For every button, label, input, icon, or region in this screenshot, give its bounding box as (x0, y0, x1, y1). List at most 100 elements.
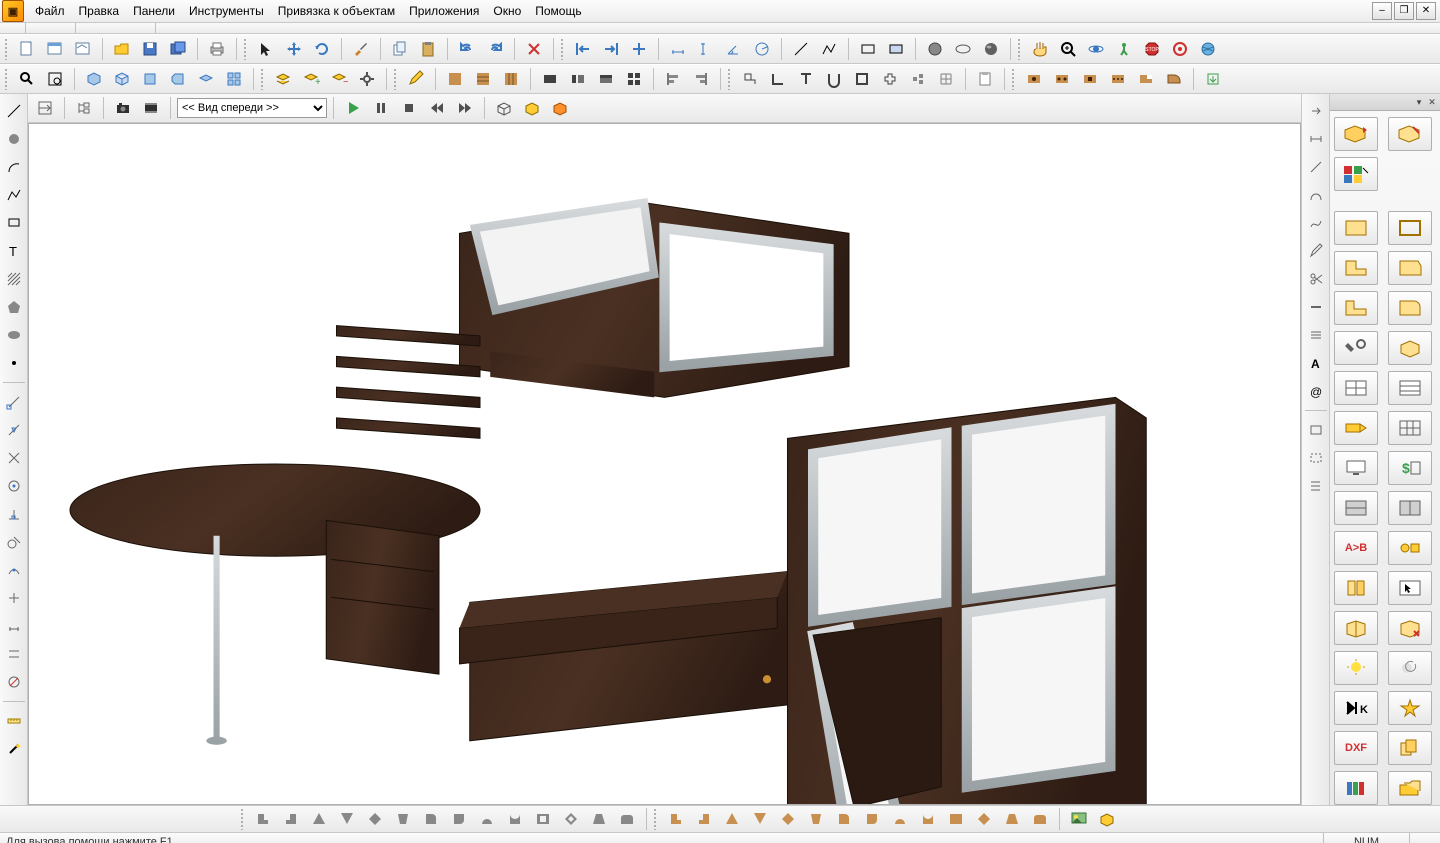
pause-button[interactable] (368, 95, 394, 121)
edit-panel-button[interactable] (1388, 117, 1432, 151)
rotate-tool-button[interactable] (309, 36, 335, 62)
stop-playback-button[interactable] (396, 95, 422, 121)
shape-c12-button[interactable] (971, 806, 997, 832)
obj-corner-button[interactable] (737, 66, 763, 92)
layer-add-button[interactable]: + (298, 66, 324, 92)
shape-b13-button[interactable] (586, 806, 612, 832)
menu-snap[interactable]: Привязка к объектам (271, 1, 402, 21)
letter-a-icon[interactable]: A (1303, 350, 1329, 376)
snap-mid-button[interactable] (1, 417, 27, 443)
shape-b8-button[interactable] (446, 806, 472, 832)
brush-button[interactable] (348, 36, 374, 62)
globe-button[interactable] (1195, 36, 1221, 62)
round-button[interactable] (1161, 66, 1187, 92)
shape-c14-button[interactable] (1027, 806, 1053, 832)
paste-button[interactable] (415, 36, 441, 62)
view-iso1-button[interactable] (81, 66, 107, 92)
snap-tan-button[interactable] (1, 529, 27, 555)
add-panel-button[interactable] (1334, 117, 1378, 151)
walk-button[interactable] (1111, 36, 1137, 62)
label-button[interactable] (1334, 411, 1378, 445)
panel-1-button[interactable] (537, 66, 563, 92)
open-button[interactable] (109, 36, 135, 62)
zoom-fit-button[interactable] (42, 66, 68, 92)
snap-right-button[interactable] (598, 36, 624, 62)
curve-button[interactable] (1303, 182, 1329, 208)
snap-near-button[interactable] (1, 557, 27, 583)
dim-vertical-button[interactable] (693, 36, 719, 62)
shape-sheet-button[interactable] (1388, 251, 1432, 285)
menu-tools[interactable]: Инструменты (182, 1, 271, 21)
view-multi-button[interactable] (221, 66, 247, 92)
panel-grid-button[interactable] (621, 66, 647, 92)
shape-rect2-button[interactable] (1388, 211, 1432, 245)
rect2-button[interactable] (1303, 417, 1329, 443)
star-button[interactable] (1388, 691, 1432, 725)
copy-button[interactable] (387, 36, 413, 62)
obj-box-button[interactable] (849, 66, 875, 92)
at-icon[interactable]: @ (1303, 378, 1329, 404)
shape-c9-button[interactable] (887, 806, 913, 832)
shape-c3-button[interactable] (719, 806, 745, 832)
measure-diag-button[interactable] (1303, 154, 1329, 180)
zoom-button[interactable] (1055, 36, 1081, 62)
shape-c11-button[interactable] (943, 806, 969, 832)
redo-button[interactable] (482, 36, 508, 62)
snap-center-button[interactable] (626, 36, 652, 62)
shape-c4-button[interactable] (747, 806, 773, 832)
hole-3-button[interactable] (1077, 66, 1103, 92)
draw-arc-button[interactable] (1, 154, 27, 180)
list-icon[interactable] (1303, 473, 1329, 499)
cost-button[interactable]: $ (1388, 451, 1432, 485)
shape-box-button[interactable] (1388, 331, 1432, 365)
snap-node-button[interactable] (1, 585, 27, 611)
cabinet-button[interactable] (1334, 611, 1378, 645)
pan-button[interactable] (1027, 36, 1053, 62)
books-button[interactable] (1334, 771, 1378, 805)
obj-l-button[interactable] (765, 66, 791, 92)
new-file-button[interactable] (14, 36, 40, 62)
save-button[interactable] (137, 36, 163, 62)
dim-horizontal-button[interactable] (665, 36, 691, 62)
snap-dim-button[interactable] (1, 613, 27, 639)
box-orange-button[interactable] (547, 95, 573, 121)
hatch2-button[interactable] (1303, 322, 1329, 348)
line-button[interactable] (788, 36, 814, 62)
color-button[interactable] (1334, 157, 1378, 191)
cutout-button[interactable] (1133, 66, 1159, 92)
shape-c2-button[interactable] (691, 806, 717, 832)
shape-c13-button[interactable] (999, 806, 1025, 832)
shape-curve-button[interactable] (1388, 291, 1432, 325)
menu-apps[interactable]: Приложения (402, 1, 486, 21)
dxf-button[interactable]: DXF (1334, 731, 1378, 765)
shape-b5-button[interactable] (362, 806, 388, 832)
minimize-button[interactable]: – (1372, 2, 1392, 20)
draw-line-button[interactable] (1, 98, 27, 124)
clipboard-button[interactable] (972, 66, 998, 92)
grid-button[interactable] (933, 66, 959, 92)
delete-button[interactable] (521, 36, 547, 62)
shape-l-button[interactable] (1334, 251, 1378, 285)
ab-convert-button[interactable]: A>B (1334, 531, 1378, 565)
shape-b14-button[interactable] (614, 806, 640, 832)
obj-cross-button[interactable] (877, 66, 903, 92)
ellipse-button2[interactable] (1, 322, 27, 348)
shape-l2-button[interactable] (1334, 291, 1378, 325)
draw-polyline-button[interactable] (1, 182, 27, 208)
view-dropdown[interactable]: << Вид спереди >> (177, 98, 327, 118)
h-line-button[interactable] (1303, 294, 1329, 320)
play-button[interactable] (340, 95, 366, 121)
circle-button[interactable] (922, 36, 948, 62)
layer-button[interactable] (270, 66, 296, 92)
material-2-button[interactable] (470, 66, 496, 92)
shape-b10-button[interactable] (502, 806, 528, 832)
menu-file[interactable]: Файл (28, 1, 72, 21)
rect-fill-button[interactable] (883, 36, 909, 62)
obj-explode-button[interactable] (905, 66, 931, 92)
shape-b2-button[interactable] (278, 806, 304, 832)
box-yellow-button[interactable] (519, 95, 545, 121)
hole-row-button[interactable] (1105, 66, 1131, 92)
folders-button[interactable] (1388, 771, 1432, 805)
snap-end-button[interactable] (1, 389, 27, 415)
camera-button[interactable] (110, 95, 136, 121)
